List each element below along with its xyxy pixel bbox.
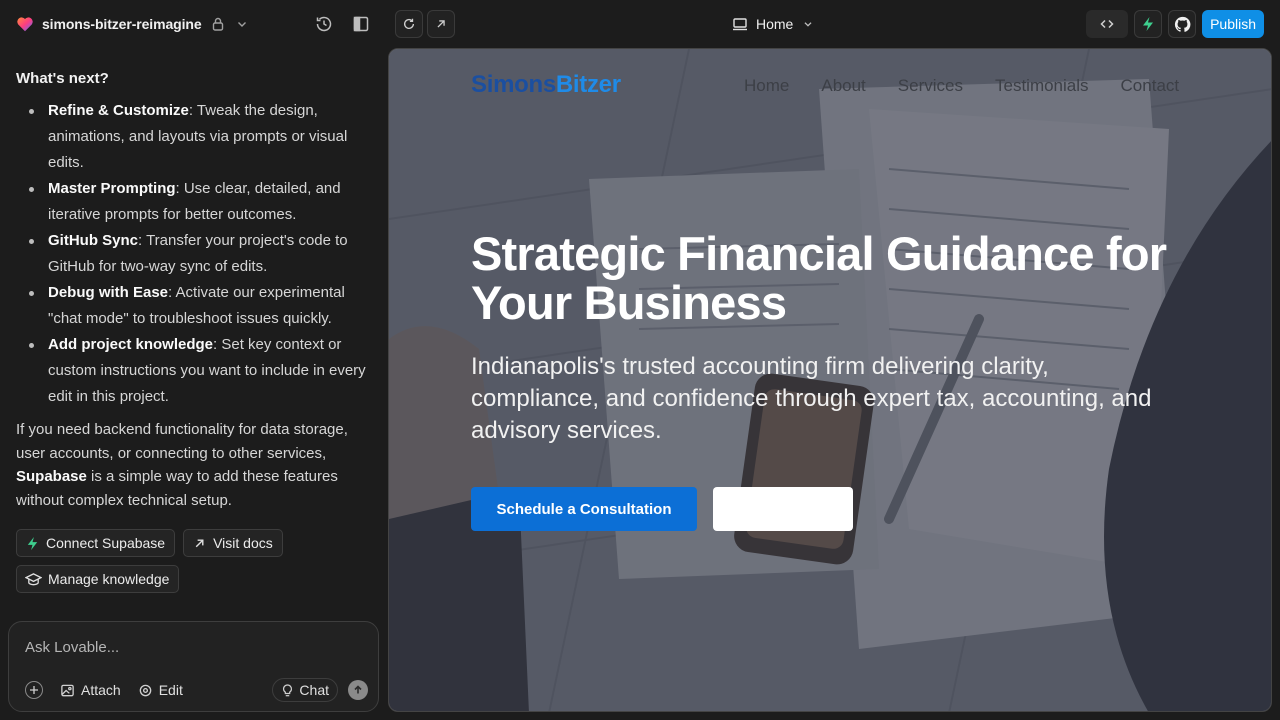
schedule-consultation-button[interactable]: Schedule a Consultation — [471, 487, 697, 531]
visit-docs-button[interactable]: Visit docs — [183, 529, 283, 557]
list-item: Debug with Ease: Activate our experiment… — [29, 280, 372, 332]
list-item-title: GitHub Sync — [48, 232, 139, 249]
list-item-title: Debug with Ease — [48, 284, 169, 301]
arrow-up-right-icon — [195, 539, 204, 547]
nav-link-services[interactable]: Services — [898, 76, 963, 96]
chat-composer[interactable]: Ask Lovable... Attach Edit Chat — [8, 621, 379, 712]
chip-label: Connect Supabase — [46, 535, 166, 551]
lovable-logo-icon — [17, 17, 33, 32]
plus-icon — [30, 686, 38, 694]
add-button[interactable] — [25, 681, 43, 699]
next-steps-list: Refine & Customize: Tweak the design, an… — [16, 98, 372, 410]
route-selector[interactable]: Home — [732, 12, 815, 36]
nav-link-home[interactable]: Home — [744, 76, 789, 96]
route-label: Home — [756, 16, 794, 32]
lock-icon — [212, 17, 223, 31]
manage-knowledge-button[interactable]: Manage knowledge — [16, 565, 180, 593]
list-item-title: Add project knowledge — [48, 336, 214, 353]
logo-part-1: Simons — [471, 71, 556, 98]
site-preview[interactable]: SimonsBitzer Home About Services Testimo… — [388, 48, 1272, 712]
site-logo[interactable]: SimonsBitzer — [471, 71, 621, 99]
attach-button[interactable]: Attach — [60, 682, 121, 698]
lightbulb-icon — [283, 684, 293, 697]
chip-label: Visit docs — [213, 535, 273, 551]
image-icon — [61, 684, 74, 696]
code-view-button[interactable] — [1086, 10, 1129, 38]
list-item: Refine & Customize: Tweak the design, an… — [29, 98, 372, 176]
list-item-title: Master Prompting — [48, 180, 176, 197]
supabase-bolt-icon — [27, 536, 38, 550]
github-icon — [1174, 16, 1191, 32]
supabase-button[interactable] — [1134, 10, 1163, 38]
project-name: simons-bitzer-reimagine — [42, 16, 202, 32]
message-heading: What's next? — [16, 70, 109, 87]
chat-panel: What's next? Refine & Customize: Tweak t… — [0, 48, 388, 720]
attach-label: Attach — [81, 682, 121, 698]
project-switcher[interactable]: simons-bitzer-reimagine — [16, 12, 250, 36]
chat-mode-toggle[interactable]: Chat — [272, 678, 338, 702]
refresh-button[interactable] — [395, 10, 423, 38]
graduation-cap-icon — [25, 572, 42, 585]
edit-label: Edit — [158, 682, 183, 698]
arrow-up-right-icon — [437, 20, 445, 28]
chat-input[interactable]: Ask Lovable... — [25, 639, 119, 656]
nav-link-testimonials[interactable]: Testimonials — [995, 76, 1089, 96]
history-icon[interactable] — [314, 14, 334, 34]
nav-link-about[interactable]: About — [821, 76, 865, 96]
arrow-up-icon — [354, 685, 362, 694]
edit-button[interactable]: Edit — [138, 682, 183, 698]
list-item-title: Refine & Customize — [48, 102, 189, 119]
chevron-down-icon — [804, 22, 812, 27]
list-item: GitHub Sync: Transfer your project's cod… — [29, 228, 372, 280]
hero-title: Strategic Financial Guidance for Your Bu… — [471, 227, 1167, 329]
github-button[interactable] — [1168, 10, 1197, 38]
target-icon — [139, 684, 152, 696]
publish-button[interactable]: Publish — [1202, 10, 1264, 38]
refresh-icon — [403, 18, 415, 29]
list-item: Add project knowledge: Set key context o… — [29, 332, 372, 410]
code-icon — [1100, 19, 1114, 29]
assistant-message: What's next? Refine & Customize: Tweak t… — [16, 66, 372, 593]
connect-supabase-button[interactable]: Connect Supabase — [16, 529, 176, 557]
top-bar: simons-bitzer-reimagine Home Publish — [0, 0, 1280, 48]
supabase-mention: Supabase — [16, 468, 87, 485]
sidebar-toggle-icon[interactable] — [351, 14, 371, 34]
supabase-paragraph: If you need backend functionality for da… — [16, 418, 372, 512]
list-item: Master Prompting: Use clear, detailed, a… — [29, 176, 372, 228]
right-toolbar: Publish — [1086, 10, 1264, 38]
monitor-icon — [733, 18, 747, 31]
send-button[interactable] — [348, 680, 368, 700]
paragraph-text: If you need backend functionality for da… — [16, 421, 348, 462]
site-nav: Home About Services Testimonials Contact — [744, 76, 1179, 96]
chat-mode-label: Chat — [299, 682, 329, 698]
logo-part-2: Bitzer — [555, 71, 621, 98]
supabase-bolt-icon — [1143, 17, 1154, 31]
action-chips: Connect Supabase Visit docs — [16, 529, 372, 557]
open-in-new-tab-button[interactable] — [427, 10, 455, 38]
chip-label: Manage knowledge — [48, 571, 170, 587]
secondary-cta-button[interactable] — [713, 487, 853, 531]
nav-link-contact[interactable]: Contact — [1121, 76, 1180, 96]
chevron-down-icon — [237, 22, 246, 27]
action-chips: Manage knowledge — [16, 565, 372, 593]
composer-toolbar: Attach Edit Chat — [17, 677, 368, 703]
hero-subtitle: Indianapolis's trusted accounting firm d… — [471, 353, 1152, 444]
